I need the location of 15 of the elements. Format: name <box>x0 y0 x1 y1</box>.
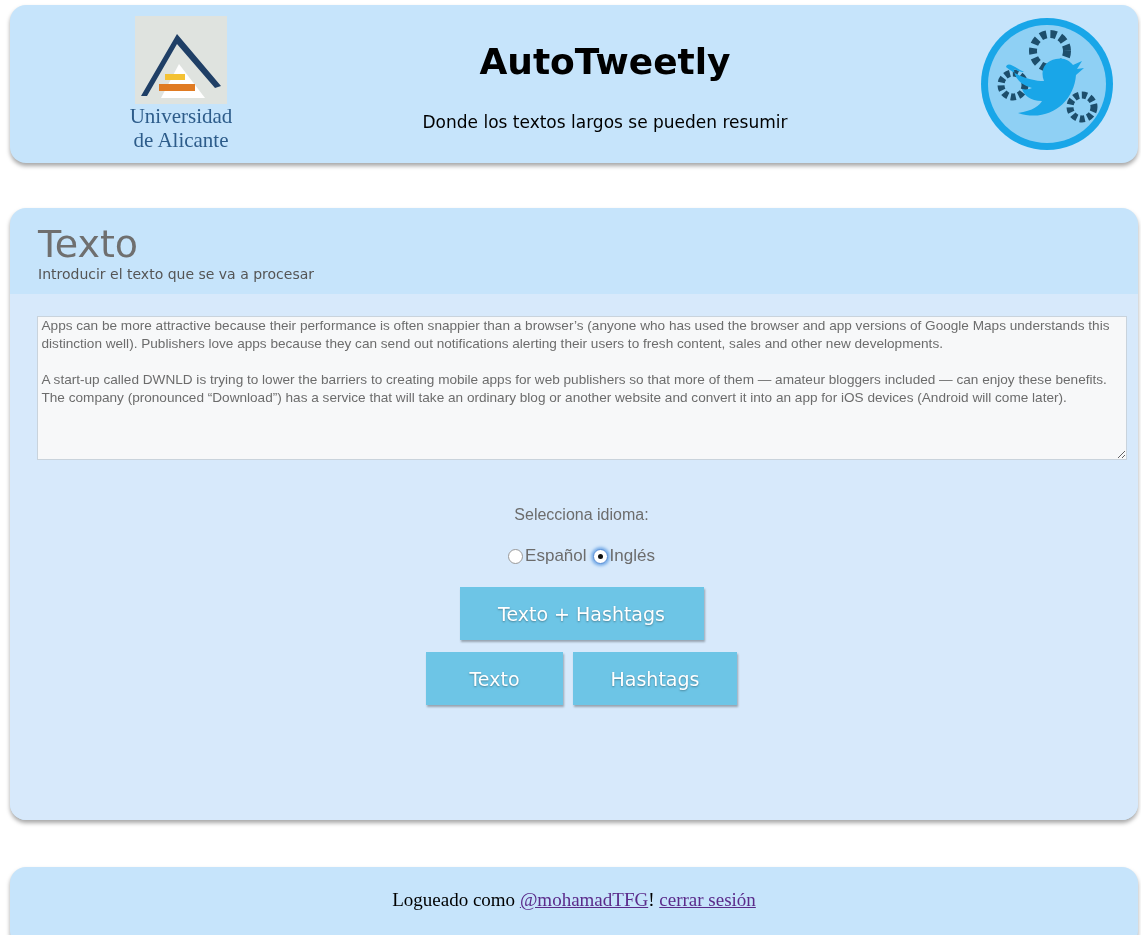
language-label: Selecciona idioma: <box>514 506 649 524</box>
username-link[interactable]: @mohamadTFG <box>519 889 649 910</box>
university-logo-icon <box>135 16 227 104</box>
language-radio[interactable]: Español <box>508 546 587 566</box>
app-tagline: Donde los textos largos se pueden resumir <box>422 111 788 132</box>
language-radio[interactable]: Inglés <box>592 546 655 566</box>
login-status-text: Logueado como @mohamadTFG! cerrar sesión <box>392 889 756 912</box>
logout-link[interactable]: cerrar sesión <box>659 889 756 910</box>
panel-subtitle: Introducir el texto que se va a procesar <box>38 266 316 282</box>
university-name: Universidad <box>129 104 233 128</box>
bird-gears-logo-icon <box>978 15 1116 153</box>
app-title: AutoTweetly <box>479 40 731 82</box>
university-name: de Alicante <box>133 128 229 152</box>
panel-title: Texto <box>38 222 140 266</box>
text-input-field[interactable]: Apps can be more attractive because their performance is often snappier than a browser’s (anyone who has used the browser and app versions of Google Maps understands this distinction well). Publishers love apps because they can send out notifications alerting their users to fresh content, sales and other new developments. A start-up called DWNLD is trying to lower the barriers to creating mobile apps for web publishers so that more of them — amateur bloggers included — can enjoy these benefits. The company (pronounced “Download”) has a service that will take an ordinary blog or another website and convert it into an app for iOS devices (Android will come later). <box>36 316 1127 460</box>
